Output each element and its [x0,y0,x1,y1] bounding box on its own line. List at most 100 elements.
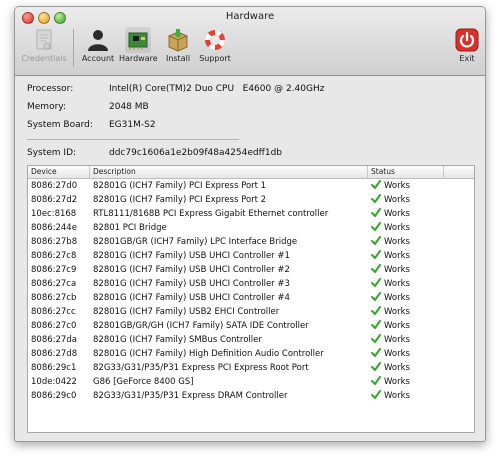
description-cell: 82801G (ICH7 Family) USB2 EHCI Controlle… [93,307,280,317]
status-cell: Works [368,207,444,221]
table-row[interactable]: 8086:244e 82801 PCI Bridge Works [28,221,474,235]
device-id-cell: 10ec:8168 [31,209,77,219]
status-cell: Works [368,291,444,305]
column-header-device[interactable]: Device [28,166,90,178]
status-cell: Works [368,277,444,291]
device-id-cell: 8086:27b8 [31,237,78,247]
status-text: Works [384,237,410,247]
table-row[interactable]: 8086:27c0 82801GB/GR/GH (ICH7 Family) SAT… [28,319,474,333]
status-cell: Works [368,249,444,263]
description-cell: 82G33/G31/P35/P31 Express DRAM Controlle… [93,391,288,401]
status-text: Works [384,251,410,261]
device-id-cell: 8086:27c8 [31,251,77,261]
device-id-cell: 10de:0422 [31,377,77,387]
checkmark-icon [371,180,381,189]
toolbar-exit-button[interactable]: Exit [453,27,481,63]
status-text: Works [384,223,410,233]
column-header-spacer [444,166,474,178]
checkmark-icon [371,208,381,217]
status-text: Works [384,377,410,387]
description-cell: RTL8111/8168B PCI Express Gigabit Ethern… [93,209,329,219]
description-cell: 82801 PCI Bridge [93,223,167,233]
toolbar-exit-label: Exit [459,54,475,63]
toolbar-hardware-button[interactable]: Hardware [119,27,158,63]
checkmark-icon [371,278,381,287]
description-cell: 82801G (ICH7 Family) PCI Express Port 1 [93,181,267,191]
window-title: Hardware [225,11,275,22]
table-row[interactable]: 8086:27ca 82801G (ICH7 Family) USB UHCI C… [28,277,474,291]
column-header-description[interactable]: Description [90,166,368,178]
status-text: Works [384,195,410,205]
table-row[interactable]: 8086:29c1 82G33/G31/P35/P31 Express PCI E… [28,361,474,375]
table-row[interactable]: 8086:27da 82801G (ICH7 Family) SMBus Cont… [28,333,474,347]
toolbar-credentials-button[interactable]: Credentials [21,27,67,63]
table-row[interactable]: 8086:27cc 82801G (ICH7 Family) USB2 EHCI … [28,305,474,319]
device-id-cell: 8086:27ca [31,279,77,289]
toolbar-install-label: Install [165,54,191,63]
device-id-cell: 8086:27cc [31,307,76,317]
status-text: Works [384,209,410,219]
toolbar-install-button[interactable]: Install [163,27,193,63]
system-board-value: EG31M-S2 [109,120,156,130]
titlebar: Hardware Credentials Account Hardware In… [15,7,485,76]
description-cell: 82801G (ICH7 Family) USB UHCI Controller… [93,251,290,261]
toolbar: Credentials Account Hardware Install Sup… [15,27,485,73]
table-row[interactable]: 8086:27d8 82801G (ICH7 Family) High Defin… [28,347,474,361]
column-header-status[interactable]: Status [368,166,444,178]
description-cell: 82801G (ICH7 Family) PCI Express Port 2 [93,195,267,205]
description-cell: 82801G (ICH7 Family) USB UHCI Controller… [93,293,290,303]
status-cell: Works [368,179,444,193]
device-id-cell: 8086:29c1 [31,363,77,373]
status-text: Works [384,349,410,359]
status-text: Works [384,335,410,345]
table-row[interactable]: 10ec:8168 RTL8111/8168B PCI Express Gigab… [28,207,474,221]
toolbar-hardware-label: Hardware [119,54,158,63]
checkmark-icon [371,362,381,371]
checkmark-icon [371,306,381,315]
device-id-cell: 8086:27c9 [31,265,77,275]
status-text: Works [384,265,410,275]
table-row[interactable]: 8086:27b8 82801GB/GR (ICH7 Family) LPC In… [28,235,474,249]
package-box-icon [165,27,191,53]
status-text: Works [384,363,410,373]
user-silhouette-icon [85,27,111,53]
table-row[interactable]: 10de:0422 G86 [GeForce 8400 GS] Works [28,375,474,389]
processor-value: Intel(R) Core(TM)2 Duo CPU E4600 @ 2.40G… [109,84,325,94]
status-text: Works [384,293,410,303]
table-body: 8086:27d0 82801G (ICH7 Family) PCI Expres… [28,179,474,403]
description-cell: G86 [GeForce 8400 GS] [93,377,194,387]
processor-label: Processor: [27,84,74,94]
hardware-window: Hardware Credentials Account Hardware In… [14,6,486,442]
status-text: Works [384,391,410,401]
checkmark-icon [371,376,381,385]
checkmark-icon [371,320,381,329]
description-cell: 82801GB/GR (ICH7 Family) LPC Interface B… [93,237,298,247]
status-cell: Works [368,375,444,389]
system-id-value: ddc79c1606a1e2b09f48a4254edff1db [109,148,282,158]
checkmark-icon [371,334,381,343]
device-id-cell: 8086:29c0 [31,391,77,401]
device-id-cell: 8086:244e [31,223,77,233]
table-row[interactable]: 8086:27d2 82801G (ICH7 Family) PCI Expres… [28,193,474,207]
description-cell: 82801G (ICH7 Family) USB UHCI Controller… [93,279,290,289]
toolbar-account-label: Account [81,54,115,63]
table-header: Device Description Status [28,166,474,179]
table-row[interactable]: 8086:27c8 82801G (ICH7 Family) USB UHCI C… [28,249,474,263]
toolbar-support-button[interactable]: Support [197,27,233,63]
toolbar-account-button[interactable]: Account [81,27,115,63]
device-id-cell: 8086:27d0 [31,181,78,191]
device-table[interactable]: Device Description Status 8086:27d0 82801… [27,165,475,433]
table-row[interactable]: 8086:29c0 82G33/G31/P35/P31 Express DRAM … [28,389,474,403]
table-row[interactable]: 8086:27cb 82801G (ICH7 Family) USB UHCI C… [28,291,474,305]
status-cell: Works [368,333,444,347]
table-row[interactable]: 8086:27d0 82801G (ICH7 Family) PCI Expres… [28,179,474,193]
status-cell: Works [368,389,444,403]
table-row[interactable]: 8086:27c9 82801G (ICH7 Family) USB UHCI C… [28,263,474,277]
toolbar-credentials-label: Credentials [21,54,67,63]
device-id-cell: 8086:27da [31,335,77,345]
status-text: Works [384,321,410,331]
device-id-cell: 8086:27c0 [31,321,77,331]
description-cell: 82801GB/GR/GH (ICH7 Family) SATA IDE Con… [93,321,309,331]
memory-value: 2048 MB [109,102,149,112]
lifebuoy-icon [202,27,228,53]
